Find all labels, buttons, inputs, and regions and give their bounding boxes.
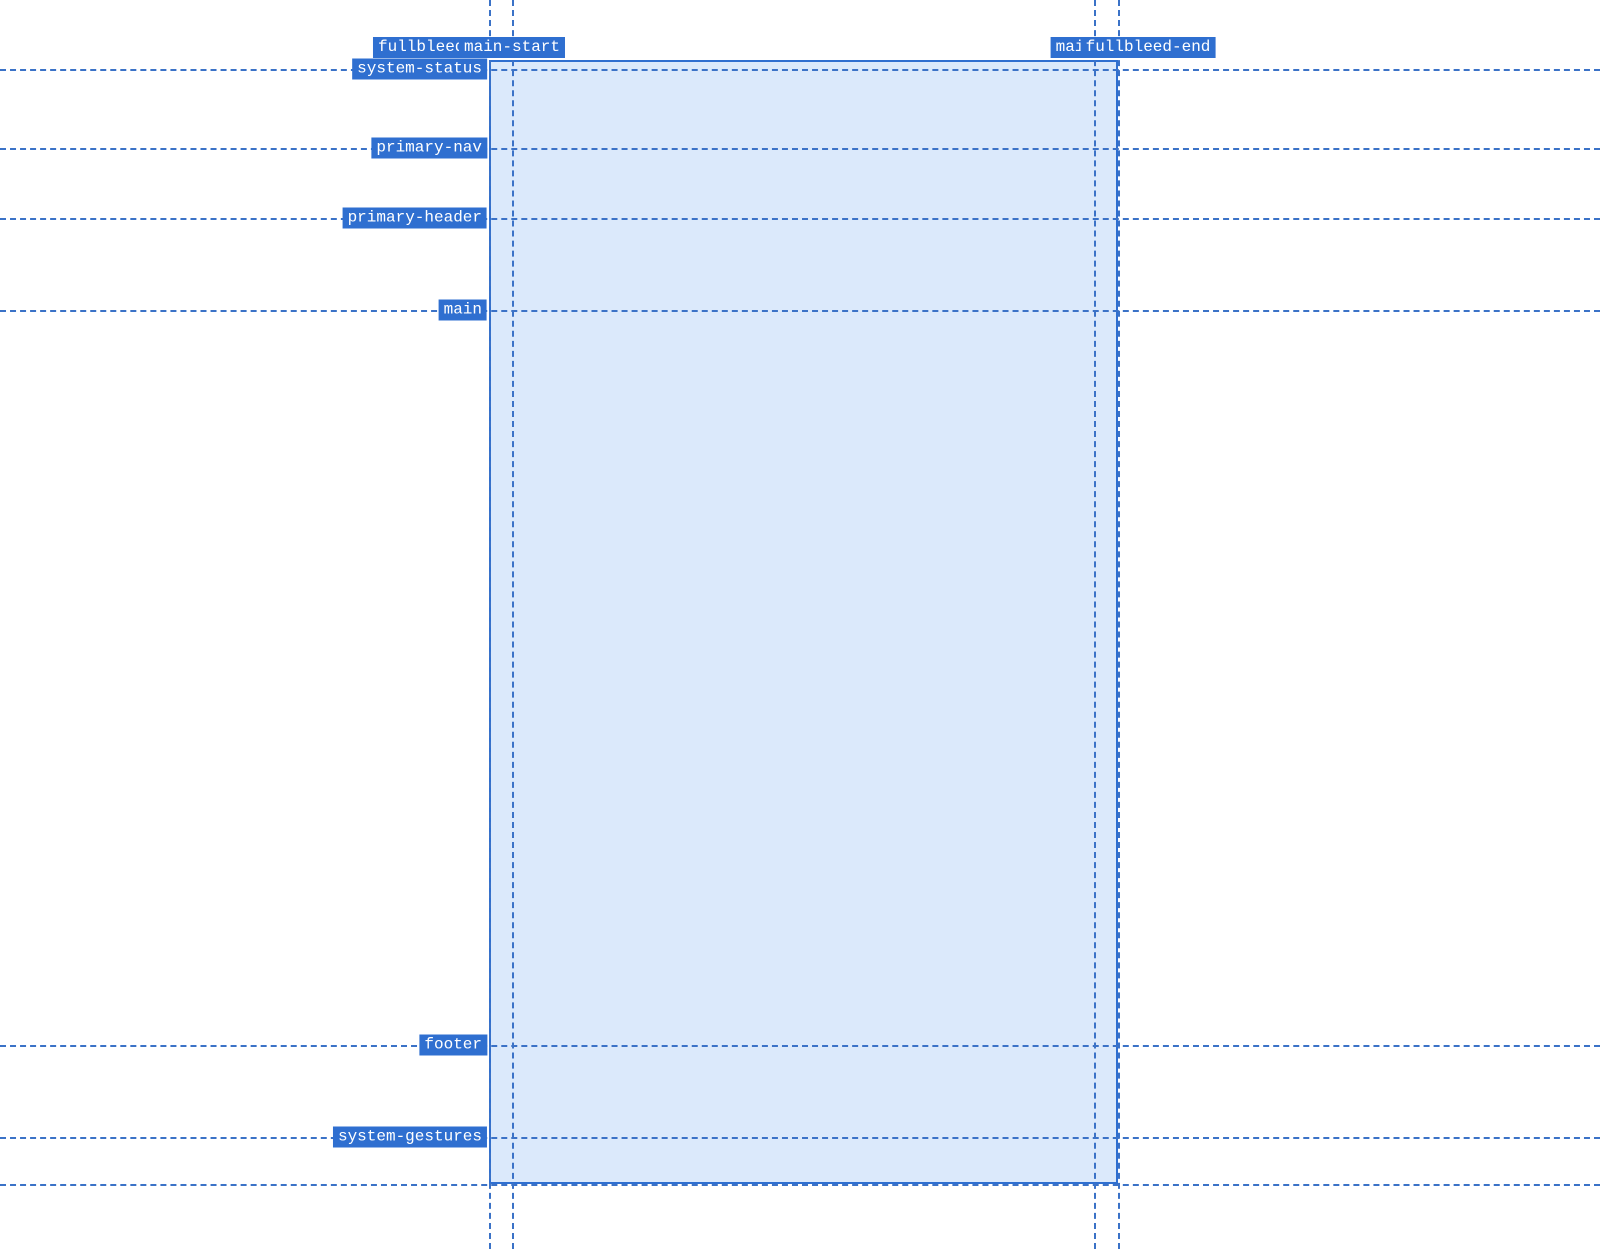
layout-grid-diagram: fullbleed-start main-start main-end full… [0, 0, 1600, 1249]
row-line-system-status [0, 69, 1600, 71]
row-line-primary-nav [0, 148, 1600, 150]
row-label-system-status: system-status [352, 59, 487, 80]
col-label-fullbleed-end: fullbleed-end [1081, 37, 1216, 58]
col-label-main-start: main-start [459, 37, 565, 58]
col-line-fullbleed-end [1118, 0, 1120, 1249]
grid-frame-fill [489, 60, 1118, 1184]
col-line-main-end [1094, 0, 1096, 1249]
row-label-system-gestures: system-gestures [333, 1127, 487, 1148]
row-line-primary-header [0, 218, 1600, 220]
row-line-main [0, 310, 1600, 312]
row-label-primary-header: primary-header [343, 208, 487, 229]
col-line-main-start [512, 0, 514, 1249]
row-label-primary-nav: primary-nav [371, 138, 487, 159]
row-line-bottom [0, 1184, 1600, 1186]
row-label-main: main [439, 300, 487, 321]
row-line-footer [0, 1045, 1600, 1047]
row-label-footer: footer [419, 1035, 487, 1056]
col-line-fullbleed-start [489, 0, 491, 1249]
row-line-system-gestures [0, 1137, 1600, 1139]
